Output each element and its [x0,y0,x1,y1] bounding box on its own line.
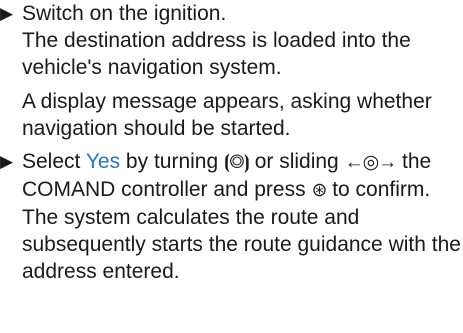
step-2-action-suffix: to confirm. [326,178,431,201]
step-1-result-2: A display message appears, asking whethe… [22,90,432,140]
step-1-action: Switch on the ignition. [22,2,227,25]
instruction-page: ▶ Switch on the ignition. The destinatio… [0,0,463,333]
step-1: ▶ Switch on the ignition. The destinatio… [0,0,463,142]
slide-controller-icon: ←◎→ [344,152,398,173]
step-bullet-icon: ▶ [0,4,14,23]
step-2-action: Select Yes by turning ⦗◎⦘ or sliding ←◎→… [22,148,463,204]
step-2-result: The system calculates the route and subs… [22,206,461,283]
step-2: ▶ Select Yes by turning ⦗◎⦘ or sliding ←… [0,148,463,285]
step-2-action-prefix: Select [22,150,86,173]
step-1-result-1: The destination address is loaded into t… [22,29,411,79]
step-2-action-mid: by turning [120,150,224,173]
press-controller-icon: ⊛ [311,180,327,201]
yes-option-label: Yes [85,150,121,173]
step-bullet-icon: ▶ [0,152,14,171]
turn-controller-icon: ⦗◎⦘ [224,152,250,173]
step-2-action-mid2: or sliding [248,150,345,173]
